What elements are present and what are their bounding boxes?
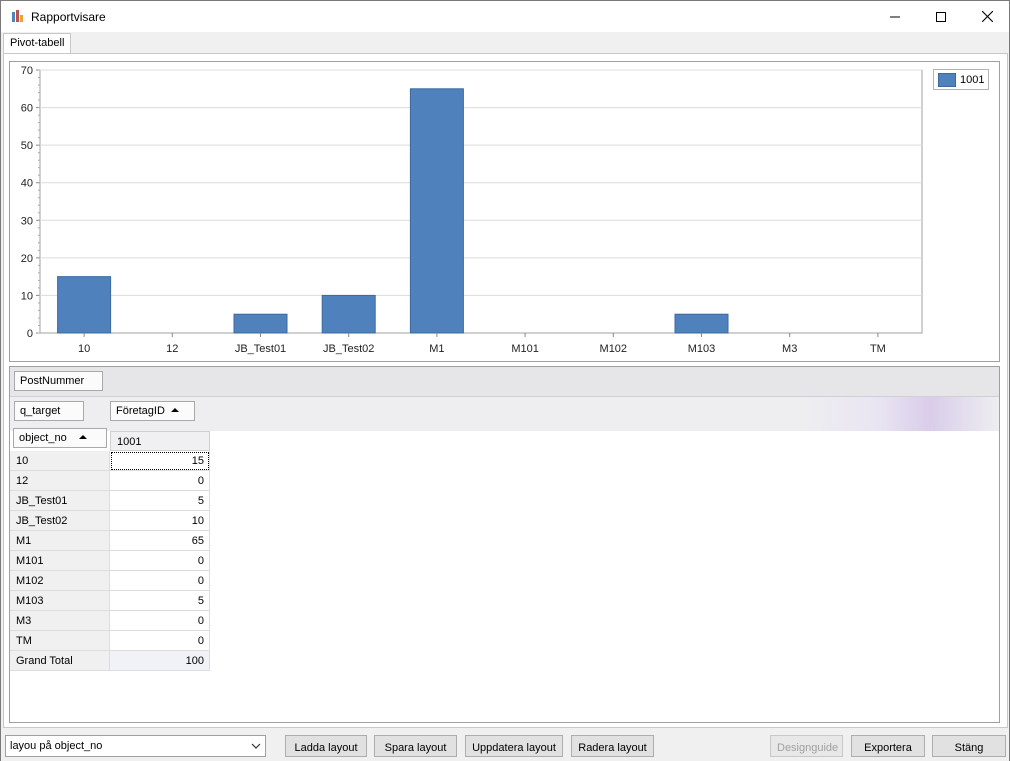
- layout-select-value: layou på object_no: [10, 740, 103, 752]
- y-tick-label: 50: [21, 140, 33, 152]
- bar-chart: 0 10 20 30 40 50 60 70 10 12 JB_Test01 JB_Test02 M1 M…: [21, 65, 923, 355]
- y-tick-label: 0: [27, 328, 33, 340]
- row-header[interactable]: JB_Test01: [10, 491, 110, 511]
- y-tick-label: 10: [21, 290, 33, 302]
- field-object-no-label: object_no: [19, 432, 67, 444]
- close-window-button[interactable]: [964, 1, 1010, 32]
- close-icon: [981, 11, 993, 22]
- tab-strip: Pivot-tabell: [1, 32, 1009, 54]
- title-bar: Rapportvisare: [1, 1, 1009, 32]
- export-button[interactable]: Exportera: [851, 735, 925, 757]
- column-header-1001[interactable]: 1001: [110, 431, 210, 451]
- value-cell[interactable]: 15: [110, 451, 210, 471]
- bar-JB_Test01: [233, 313, 288, 334]
- layout-select[interactable]: layou på object_no: [5, 735, 266, 757]
- y-tick-label: 40: [21, 178, 33, 190]
- value-cell[interactable]: 0: [110, 571, 210, 591]
- filter-area: PostNummer: [10, 367, 999, 397]
- chart-panel: 0 10 20 30 40 50 60 70 10 12 JB_Test01 JB_Test02 M1 M…: [9, 61, 1000, 362]
- designguide-button[interactable]: Designguide: [770, 735, 843, 757]
- legend-swatch: [938, 73, 956, 87]
- x-tick-label: TM: [870, 343, 886, 355]
- row-header[interactable]: M3: [10, 611, 110, 631]
- value-cell[interactable]: 0: [110, 551, 210, 571]
- legend-label: 1001: [960, 74, 985, 86]
- window-title: Rapportvisare: [31, 10, 106, 24]
- row-header[interactable]: JB_Test02: [10, 511, 110, 531]
- value-cell[interactable]: 5: [110, 591, 210, 611]
- bar-M1: [409, 88, 464, 334]
- value-cell[interactable]: 0: [110, 471, 210, 491]
- minimize-button[interactable]: [872, 1, 918, 32]
- save-layout-button[interactable]: Spara layout: [374, 735, 457, 757]
- grand-total-label[interactable]: Grand Total: [10, 651, 110, 671]
- x-tick-label: M103: [688, 343, 716, 355]
- row-header[interactable]: M101: [10, 551, 110, 571]
- x-tick-label: JB_Test01: [235, 343, 286, 355]
- field-q-target[interactable]: q_target: [14, 401, 84, 421]
- y-tick-label: 70: [21, 65, 33, 77]
- x-tick-label: M102: [600, 343, 628, 355]
- row-header[interactable]: M1: [10, 531, 110, 551]
- report-app-icon: [12, 10, 23, 22]
- x-tick-label: M3: [782, 343, 797, 355]
- chevron-down-icon: [251, 743, 261, 749]
- x-tick-label: 10: [78, 343, 90, 355]
- column-area: q_target FöretagID: [10, 397, 999, 431]
- row-header[interactable]: M102: [10, 571, 110, 591]
- value-cell[interactable]: 0: [110, 631, 210, 651]
- pivot-grid: PostNummer q_target FöretagID object_no …: [9, 366, 1000, 723]
- x-tick-label: M1: [429, 343, 444, 355]
- y-tick-label: 30: [21, 215, 33, 227]
- row-header[interactable]: 10: [10, 451, 110, 471]
- bar-10: [57, 276, 112, 334]
- row-header[interactable]: 12: [10, 471, 110, 491]
- field-postnummer[interactable]: PostNummer: [14, 371, 103, 391]
- row-header[interactable]: TM: [10, 631, 110, 651]
- maximize-icon: [936, 11, 946, 22]
- field-foretagid-label: FöretagID: [116, 405, 165, 417]
- y-tick-label: 60: [21, 103, 33, 115]
- bar-M103: [674, 313, 729, 334]
- value-cell[interactable]: 5: [110, 491, 210, 511]
- maximize-button[interactable]: [918, 1, 964, 32]
- delete-layout-button[interactable]: Radera layout: [571, 735, 654, 757]
- field-foretagid[interactable]: FöretagID: [110, 401, 195, 421]
- value-cell[interactable]: 10: [110, 511, 210, 531]
- grand-total-value[interactable]: 100: [110, 651, 210, 671]
- y-tick-label: 20: [21, 253, 33, 265]
- x-tick-label: M101: [511, 343, 539, 355]
- load-layout-button[interactable]: Ladda layout: [285, 735, 367, 757]
- field-object-no[interactable]: object_no: [13, 428, 107, 448]
- plot-area: [39, 69, 923, 334]
- update-layout-button[interactable]: Uppdatera layout: [465, 735, 563, 757]
- bar-JB_Test02: [321, 294, 376, 334]
- value-cell[interactable]: 65: [110, 531, 210, 551]
- x-tick-label: 12: [166, 343, 178, 355]
- value-cell[interactable]: 0: [110, 611, 210, 631]
- sort-ascending-icon: [170, 408, 179, 412]
- row-header[interactable]: M103: [10, 591, 110, 611]
- chart-legend: 1001: [933, 69, 989, 90]
- app-window: Rapportvisare Pivot-tabell 0 10 20 30 40 50 60…: [0, 0, 1010, 761]
- minimize-icon: [890, 16, 900, 17]
- sort-ascending-icon: [78, 435, 87, 439]
- tab-pivot-tabell[interactable]: Pivot-tabell: [3, 33, 72, 54]
- close-button[interactable]: Stäng: [932, 735, 1006, 757]
- x-tick-label: JB_Test02: [323, 343, 374, 355]
